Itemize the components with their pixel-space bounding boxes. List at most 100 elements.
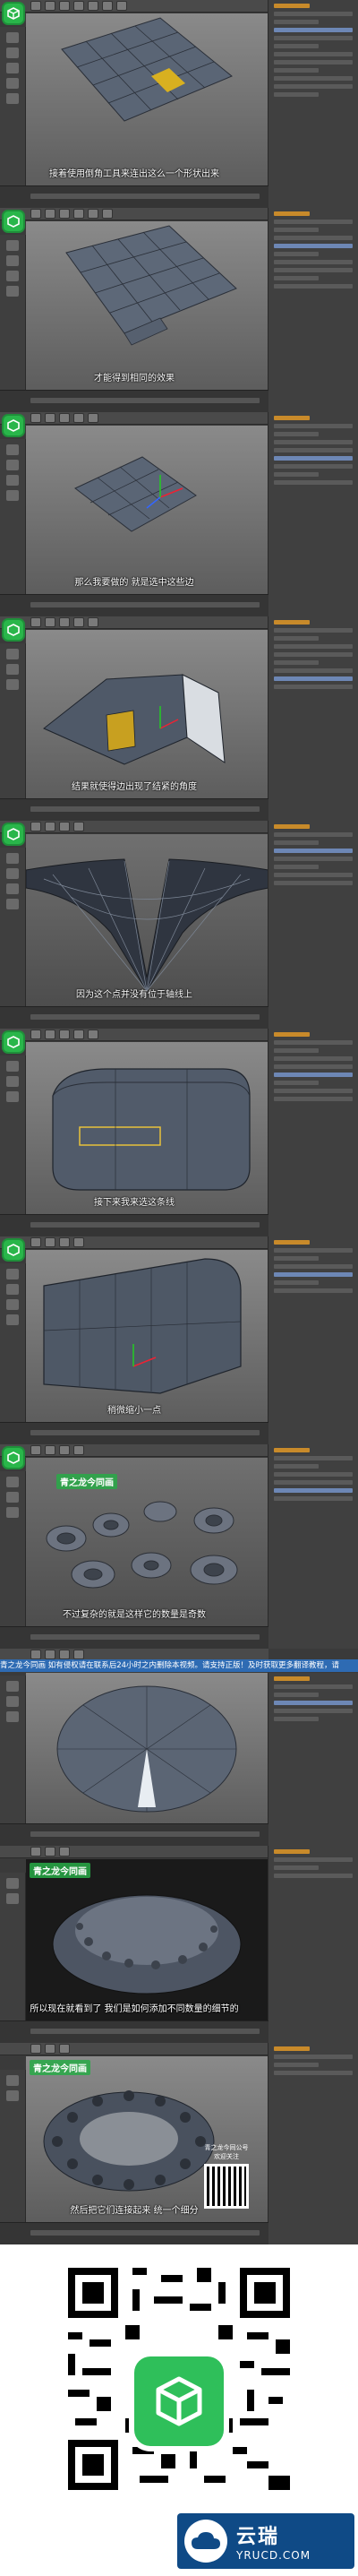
toolbar-button[interactable] <box>59 822 70 831</box>
toolbar-button[interactable] <box>88 209 98 219</box>
tool-icon[interactable] <box>6 1076 19 1087</box>
toolbar-button[interactable] <box>88 413 98 423</box>
timeline[interactable] <box>0 185 268 208</box>
toolbar-button[interactable] <box>30 1030 41 1039</box>
toolbar-button[interactable] <box>116 1 127 11</box>
toolbar-button[interactable] <box>45 617 55 627</box>
toolbar-button[interactable] <box>73 1237 84 1247</box>
tool-icon[interactable] <box>6 1061 19 1072</box>
toolbar-button[interactable] <box>73 617 84 627</box>
timeline[interactable] <box>0 594 268 616</box>
tool-icon[interactable] <box>6 868 19 879</box>
timeline[interactable] <box>0 1006 268 1029</box>
toolbar-button[interactable] <box>73 1445 84 1455</box>
tool-icon[interactable] <box>6 1878 19 1889</box>
timeline[interactable] <box>0 1626 268 1649</box>
3d-viewport[interactable] <box>26 1673 268 1824</box>
tool-icon[interactable] <box>6 853 19 864</box>
tool-icon[interactable] <box>6 93 19 104</box>
timeline[interactable] <box>0 390 268 412</box>
toolbar-button[interactable] <box>59 2044 70 2054</box>
toolbar-button[interactable] <box>30 822 41 831</box>
timeline[interactable] <box>0 1214 268 1236</box>
toolbar-button[interactable] <box>45 1445 55 1455</box>
toolbar-button[interactable] <box>59 617 70 627</box>
tool-icon[interactable] <box>6 1696 19 1707</box>
toolbar-button[interactable] <box>59 1847 70 1857</box>
tool-icon[interactable] <box>6 286 19 297</box>
tool-icon[interactable] <box>6 899 19 909</box>
tool-icon[interactable] <box>6 475 19 486</box>
toolbar-button[interactable] <box>45 822 55 831</box>
toolbar-button[interactable] <box>59 209 70 219</box>
toolbar-button[interactable] <box>45 1650 55 1659</box>
tool-icon[interactable] <box>6 63 19 73</box>
toolbar-button[interactable] <box>45 1 55 11</box>
toolbar-button[interactable] <box>73 1650 84 1659</box>
timeline[interactable] <box>0 2020 268 2043</box>
toolbar-button[interactable] <box>45 1237 55 1247</box>
tool-icon[interactable] <box>6 1299 19 1310</box>
tool-icon[interactable] <box>6 271 19 281</box>
toolbar-button[interactable] <box>73 1030 84 1039</box>
tool-icon[interactable] <box>6 1477 19 1487</box>
toolbar-button[interactable] <box>59 1445 70 1455</box>
toolbar-button[interactable] <box>30 1445 41 1455</box>
toolbar-button[interactable] <box>88 1 98 11</box>
3d-viewport[interactable] <box>26 426 268 595</box>
tool-icon[interactable] <box>6 1492 19 1503</box>
tool-icon[interactable] <box>6 1269 19 1279</box>
toolbar-button[interactable] <box>59 1030 70 1039</box>
timeline[interactable] <box>0 1823 268 1846</box>
tool-icon[interactable] <box>6 1091 19 1102</box>
toolbar-button[interactable] <box>59 1650 70 1659</box>
tool-icon[interactable] <box>6 32 19 43</box>
tool-icon[interactable] <box>6 649 19 659</box>
toolbar-button[interactable] <box>30 1 41 11</box>
toolbar-button[interactable] <box>45 413 55 423</box>
tool-icon[interactable] <box>6 883 19 894</box>
toolbar-button[interactable] <box>30 2044 41 2054</box>
toolbar-button[interactable] <box>73 209 84 219</box>
tool-icon[interactable] <box>6 47 19 58</box>
3d-viewport[interactable] <box>26 13 268 186</box>
toolbar-button[interactable] <box>45 1030 55 1039</box>
toolbar-button[interactable] <box>45 1847 55 1857</box>
tool-icon[interactable] <box>6 1314 19 1325</box>
tool-icon[interactable] <box>6 1893 19 1904</box>
3d-viewport[interactable]: 青之龙今同画 <box>26 1458 268 1627</box>
tool-icon[interactable] <box>6 490 19 501</box>
3d-viewport[interactable] <box>26 630 268 799</box>
tool-icon[interactable] <box>6 2090 19 2101</box>
toolbar-button[interactable] <box>59 413 70 423</box>
toolbar-button[interactable] <box>88 1030 98 1039</box>
tool-icon[interactable] <box>6 1711 19 1722</box>
3d-viewport[interactable] <box>26 221 268 391</box>
tool-icon[interactable] <box>6 255 19 266</box>
3d-viewport[interactable] <box>26 834 268 1007</box>
tool-icon[interactable] <box>6 1507 19 1518</box>
3d-viewport[interactable] <box>26 1250 268 1423</box>
toolbar-button[interactable] <box>102 1 113 11</box>
timeline[interactable] <box>0 798 268 821</box>
timeline[interactable] <box>0 1422 268 1444</box>
tool-icon[interactable] <box>6 1284 19 1295</box>
tool-icon[interactable] <box>6 240 19 251</box>
3d-viewport[interactable]: 青之龙今同画 <box>26 1859 268 2021</box>
tool-icon[interactable] <box>6 460 19 470</box>
tool-icon[interactable] <box>6 2075 19 2086</box>
toolbar-button[interactable] <box>73 1 84 11</box>
toolbar-button[interactable] <box>45 2044 55 2054</box>
3d-viewport[interactable] <box>26 1042 268 1215</box>
tool-icon[interactable] <box>6 679 19 690</box>
toolbar-button[interactable] <box>30 413 41 423</box>
toolbar-button[interactable] <box>30 209 41 219</box>
timeline[interactable] <box>0 2222 268 2244</box>
toolbar-button[interactable] <box>102 209 113 219</box>
tool-icon[interactable] <box>6 78 19 89</box>
tool-icon[interactable] <box>6 664 19 675</box>
toolbar-button[interactable] <box>73 822 84 831</box>
toolbar-button[interactable] <box>59 1 70 11</box>
toolbar-button[interactable] <box>73 413 84 423</box>
toolbar-button[interactable] <box>59 1237 70 1247</box>
